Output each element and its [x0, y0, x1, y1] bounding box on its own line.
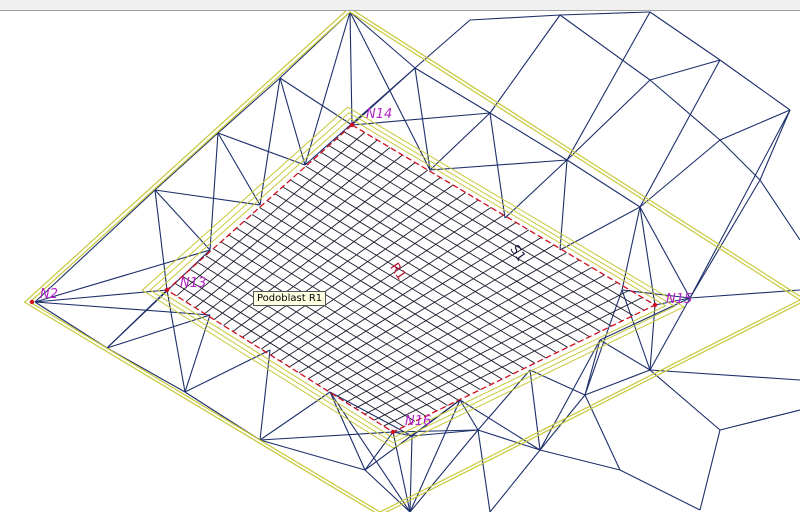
grid-line — [305, 165, 590, 338]
mesh-edge — [349, 11, 353, 126]
grid-line — [355, 274, 605, 409]
mesh-edge — [279, 77, 306, 166]
outer-triangle-mesh — [34, 11, 800, 512]
grid-line — [344, 131, 645, 311]
node-marker-n16[interactable] — [390, 429, 396, 435]
mesh-edge — [649, 369, 800, 381]
mesh-edge — [364, 399, 461, 471]
grid-line — [298, 229, 529, 374]
mesh-edge — [689, 109, 791, 299]
region-tooltip: Podoblast R1 — [253, 291, 327, 306]
grid-line — [383, 297, 643, 427]
mesh-edge — [649, 11, 721, 61]
grid-line — [320, 152, 612, 327]
mesh-edge — [529, 369, 541, 451]
mesh-edge — [639, 139, 721, 208]
mesh-viewport[interactable]: N2 N13 N14 N15 N16 R1 S1 Podoblast R1 — [0, 11, 800, 512]
mesh-edge — [184, 349, 271, 393]
mesh-edge — [559, 206, 641, 251]
mesh-edge — [649, 369, 721, 431]
mesh-edge — [279, 77, 353, 126]
mesh-edge — [719, 409, 800, 431]
mesh-edge — [259, 439, 366, 471]
node-marker-n14[interactable] — [349, 122, 355, 128]
mesh-edge — [599, 339, 651, 371]
mesh-edge — [154, 189, 168, 291]
mesh-edge — [566, 159, 641, 208]
node-label-n13[interactable]: N13 — [180, 276, 206, 291]
mesh-edge — [504, 159, 568, 219]
mesh-edge — [304, 67, 416, 166]
mesh-edge — [259, 77, 281, 206]
node-label-n16[interactable]: N16 — [405, 414, 431, 429]
mesh-edge — [719, 139, 761, 181]
mesh-edge — [459, 399, 541, 451]
mesh-edge — [689, 179, 761, 299]
mesh-edge — [304, 11, 351, 166]
mesh-edge — [184, 314, 211, 393]
mesh-edge — [34, 301, 211, 316]
grid-line — [364, 282, 618, 415]
node-marker-n2[interactable] — [29, 299, 35, 305]
mesh-edge — [719, 59, 791, 111]
mesh-edge — [566, 79, 651, 161]
node-label-n2[interactable]: N2 — [40, 287, 58, 302]
mesh-edge — [477, 369, 531, 431]
mesh-edge — [489, 14, 561, 114]
grid-line — [313, 158, 601, 332]
mesh-edge — [489, 112, 568, 161]
mesh-edge — [489, 449, 541, 512]
mesh-edge — [584, 369, 651, 396]
mesh-edge — [349, 11, 416, 69]
mesh-edge — [217, 132, 306, 166]
mesh-edge — [699, 429, 721, 511]
mesh-edge — [259, 431, 394, 441]
mesh-edge — [259, 349, 271, 441]
mesh-edge — [539, 449, 621, 471]
mesh-edge — [689, 289, 800, 299]
mesh-edge — [469, 14, 561, 21]
grid-line — [266, 200, 536, 364]
grid-line — [317, 244, 555, 386]
mesh-edge — [759, 179, 800, 241]
mesh-edge — [154, 132, 219, 191]
mesh-edge — [106, 314, 211, 349]
mesh-edge — [477, 429, 491, 512]
node-marker-n15[interactable] — [652, 302, 658, 308]
mesh-edge — [154, 189, 211, 251]
node-label-n15[interactable]: N15 — [666, 292, 692, 307]
grid-line — [274, 193, 547, 359]
mesh-edge — [414, 19, 471, 69]
finite-element-mesh[interactable]: N2 N13 N14 N15 N16 R1 S1 — [0, 11, 800, 512]
surface-label-s1[interactable]: S1 — [506, 242, 528, 264]
offset-contour — [149, 112, 676, 444]
mesh-edge — [217, 77, 281, 134]
node-marker-n13[interactable] — [164, 287, 170, 293]
mesh-edge — [34, 189, 156, 303]
mesh-edge — [364, 469, 411, 512]
mesh-edge — [649, 304, 656, 371]
mesh-edge — [621, 206, 641, 291]
mesh-edge — [619, 469, 701, 511]
window-top-edge — [0, 0, 800, 11]
grid-line — [328, 145, 623, 322]
mesh-edge — [559, 14, 651, 81]
mesh-edge — [154, 189, 261, 206]
region-grid — [174, 131, 645, 428]
mesh-edge — [649, 79, 721, 141]
mesh-edge — [217, 132, 261, 206]
mesh-edge — [649, 59, 721, 81]
node-label-n14[interactable]: N14 — [366, 107, 392, 122]
mesh-edge — [566, 11, 651, 161]
mesh-edge — [209, 132, 219, 251]
mesh-edge — [329, 391, 411, 512]
mesh-edge — [259, 391, 331, 441]
mesh-edge — [559, 11, 651, 16]
